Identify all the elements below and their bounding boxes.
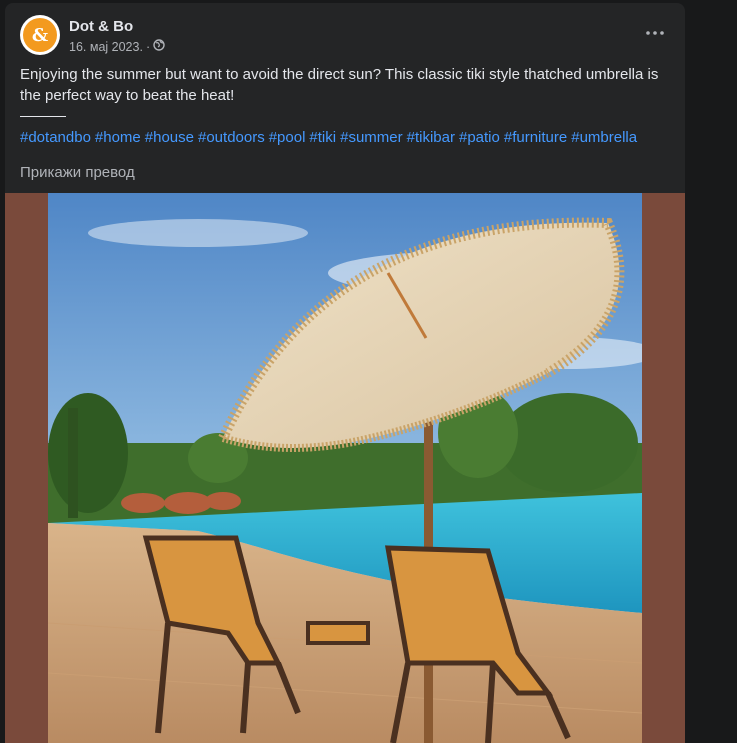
- hashtag-link[interactable]: #tiki: [309, 129, 336, 146]
- hashtag-link[interactable]: #home: [95, 129, 141, 146]
- more-options-button[interactable]: [640, 21, 670, 45]
- hashtag-link[interactable]: #summer: [340, 129, 403, 146]
- hashtag-link[interactable]: #outdoors: [198, 129, 265, 146]
- hashtag-list: #dotandbo #home #house #outdoors #pool #tiki #…: [20, 127, 670, 148]
- hashtag-link[interactable]: #tikibar: [407, 129, 455, 146]
- post-body: Enjoying the summer but want to avoid th…: [20, 66, 659, 104]
- svg-text:&: &: [32, 25, 48, 46]
- hashtag-link[interactable]: #patio: [459, 129, 500, 146]
- hashtag-link[interactable]: #dotandbo: [20, 129, 91, 146]
- more-horizontal-icon: [646, 31, 664, 35]
- meta-separator: ·: [145, 39, 151, 54]
- post-media[interactable]: [5, 193, 685, 743]
- feed-right-gutter: [691, 0, 737, 743]
- post-text: Enjoying the summer but want to avoid th…: [20, 64, 670, 148]
- post-photo[interactable]: [48, 193, 642, 743]
- avatar[interactable]: &: [20, 15, 60, 55]
- brand-logo-icon: &: [23, 18, 57, 52]
- text-divider: [20, 116, 66, 117]
- author-name[interactable]: Dot & Bo: [69, 18, 133, 35]
- post-date[interactable]: 16. мај 2023.: [69, 40, 143, 54]
- hashtag-link[interactable]: #umbrella: [571, 129, 637, 146]
- hashtag-link[interactable]: #house: [145, 129, 194, 146]
- post-card: & Dot & Bo 16. мај 2023. · Enjoying the …: [5, 3, 685, 743]
- poolside-umbrella-photo: [48, 193, 642, 743]
- post-header: & Dot & Bo 16. мај 2023. ·: [20, 15, 670, 57]
- globe-icon: [153, 39, 165, 54]
- post-meta: 16. мај 2023. ·: [69, 39, 165, 54]
- hashtag-link[interactable]: #pool: [269, 129, 306, 146]
- see-translation-link[interactable]: Прикажи превод: [20, 164, 135, 181]
- hashtag-link[interactable]: #furniture: [504, 129, 567, 146]
